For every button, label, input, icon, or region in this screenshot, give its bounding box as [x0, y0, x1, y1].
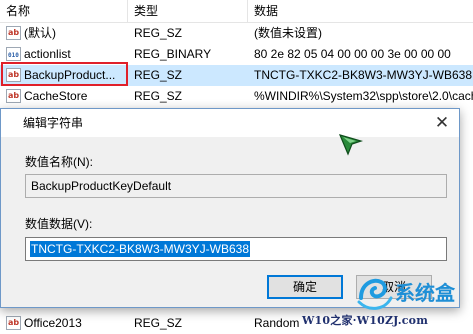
row-type: REG_SZ	[134, 26, 183, 40]
row-type: REG_SZ	[134, 89, 183, 103]
value-data-selected-text: TNCTG-TXKC2-BK8W3-MW3YJ-WB638	[30, 241, 251, 257]
value-data-label: 数值数据(V):	[25, 217, 93, 231]
string-value-icon: ab	[6, 316, 21, 330]
watermark-url: W10之家·W10ZJ.com	[302, 314, 429, 327]
dialog-titlebar[interactable]: 编辑字符串 ✕	[1, 109, 459, 137]
row-data: %WINDIR%\System32\spp\store\2.0\cach	[254, 89, 473, 103]
column-header-name[interactable]: 名称	[0, 0, 128, 22]
ok-button[interactable]: 确定	[267, 275, 343, 299]
watermark-logo: 系统盒	[357, 278, 456, 310]
row-type: REG_SZ	[134, 68, 183, 82]
column-header-type[interactable]: 类型	[128, 0, 248, 22]
row-name: (默认)	[24, 26, 56, 40]
registry-row[interactable]: ab CacheStore REG_SZ %WINDIR%\System32\s…	[0, 86, 473, 107]
highlight-annotation-frame	[1, 62, 128, 86]
value-name-label: 数值名称(N):	[25, 155, 93, 169]
string-value-icon: ab	[6, 26, 21, 40]
list-header: 名称 类型 数据	[0, 0, 473, 23]
row-type: REG_BINARY	[134, 47, 212, 61]
row-data: TNCTG-TXKC2-BK8W3-MW3YJ-WB638	[254, 68, 473, 82]
row-data: (数值未设置)	[254, 26, 322, 40]
string-value-icon: ab	[6, 89, 21, 103]
svg-text:010: 010	[8, 52, 19, 59]
row-name: CacheStore	[24, 89, 88, 103]
registry-row[interactable]: ab (默认) REG_SZ (数值未设置)	[0, 23, 473, 44]
column-header-data[interactable]: 数据	[248, 0, 473, 22]
green-cursor-icon	[338, 134, 364, 156]
binary-value-icon: 010	[6, 47, 21, 61]
row-data: 80 2e 82 05 04 00 00 00 3e 00 00 00	[254, 47, 451, 61]
value-data-input[interactable]: TNCTG-TXKC2-BK8W3-MW3YJ-WB638	[25, 237, 447, 261]
svg-text:系统盒: 系统盒	[395, 281, 456, 305]
row-type: REG_SZ	[134, 316, 183, 330]
value-name-field: BackupProductKeyDefault	[25, 174, 447, 198]
dialog-title: 编辑字符串	[23, 116, 84, 130]
row-name: Office2013	[24, 316, 82, 330]
close-icon[interactable]: ✕	[427, 109, 457, 137]
